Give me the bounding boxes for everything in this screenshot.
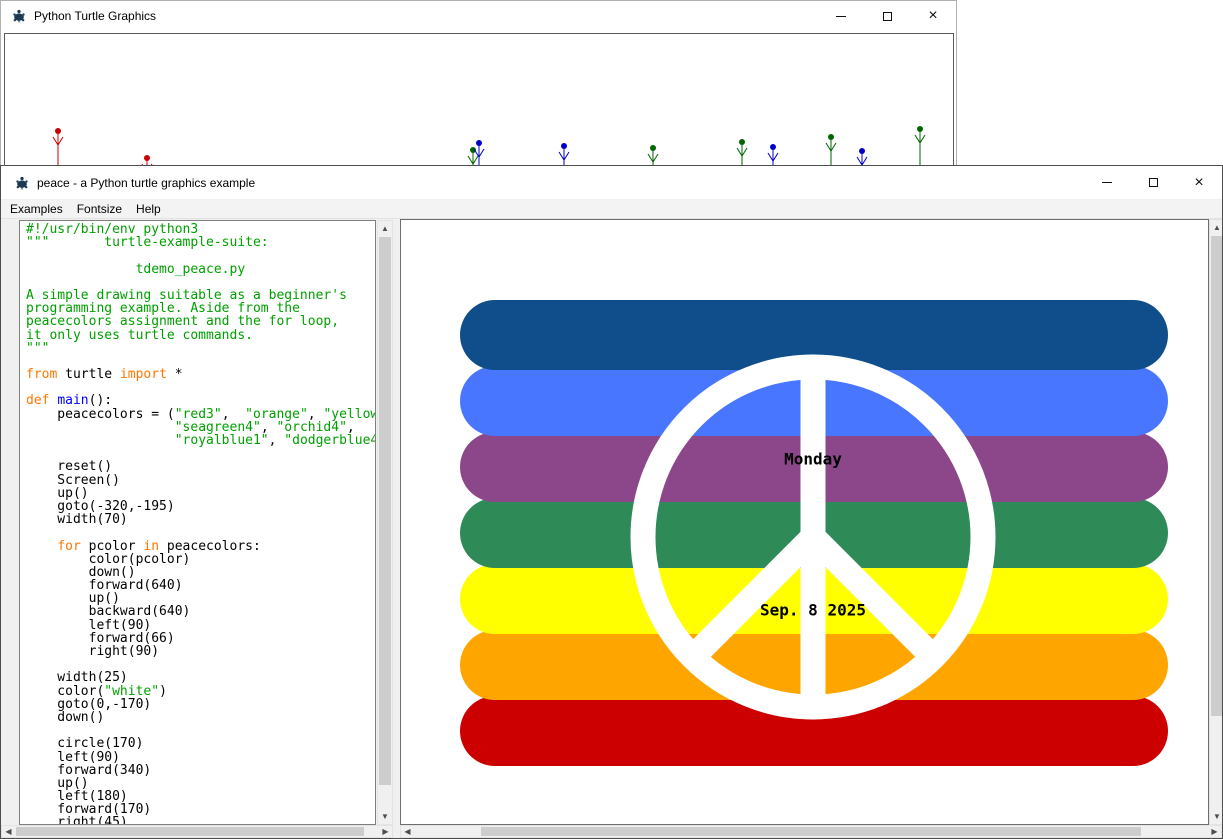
bg-minimize-button[interactable]: [818, 1, 864, 31]
close-icon: ×: [928, 8, 937, 24]
code-line: """: [26, 342, 375, 355]
fg-window-title: peace - a Python turtle graphics example: [37, 176, 255, 190]
menu-item-fontsize[interactable]: Fontsize: [70, 201, 129, 217]
scroll-left-icon[interactable]: ◀: [2, 826, 15, 837]
stripes: [401, 220, 1208, 824]
code-line: """ turtle-example-suite:: [26, 236, 375, 249]
scroll-up-icon[interactable]: ▲: [1210, 220, 1222, 235]
code-line: down(): [26, 711, 375, 724]
code-line: right(45): [26, 816, 375, 825]
window-content: #!/usr/bin/env python3""" turtle-example…: [1, 219, 1222, 838]
stripe-dodgerblue4: [460, 300, 1168, 370]
day-label: Monday: [784, 450, 842, 469]
minimize-icon: [836, 16, 846, 17]
scroll-left-icon[interactable]: ◀: [401, 826, 414, 837]
scroll-down-icon[interactable]: ▼: [378, 809, 392, 824]
code-line: right(90): [26, 645, 375, 658]
fg-close-button[interactable]: ×: [1176, 166, 1222, 199]
code-vscroll-thumb[interactable]: [379, 237, 391, 785]
menu-item-help[interactable]: Help: [129, 201, 168, 217]
code-line: from turtle import *: [26, 368, 375, 381]
fg-window-controls: ×: [1084, 166, 1222, 199]
scroll-up-icon[interactable]: ▲: [378, 221, 392, 236]
bg-maximize-button[interactable]: [864, 1, 910, 31]
stripe-seagreen4: [460, 498, 1168, 568]
date-label: Sep. 8 2025: [760, 601, 866, 620]
turtle-icon: [14, 175, 30, 191]
fg-maximize-button[interactable]: [1130, 166, 1176, 199]
code-text[interactable]: #!/usr/bin/env python3""" turtle-example…: [19, 220, 376, 825]
scroll-right-icon[interactable]: ▶: [379, 826, 392, 837]
canvas-vscroll-thumb[interactable]: [1211, 236, 1222, 716]
stripe-red3: [460, 696, 1168, 766]
turtle-icon: [11, 8, 27, 24]
turtle-canvas: Monday Sep. 8 2025: [400, 219, 1209, 825]
maximize-icon: [883, 12, 892, 21]
canvas-vertical-scrollbar[interactable]: ▲ ▼: [1209, 219, 1222, 825]
maximize-icon: [1149, 178, 1158, 187]
stripe-yellow: [460, 564, 1168, 634]
code-hscroll-thumb[interactable]: [16, 827, 364, 836]
code-line: tdemo_peace.py: [26, 263, 375, 276]
scroll-down-icon[interactable]: ▼: [1210, 809, 1222, 824]
fg-minimize-button[interactable]: [1084, 166, 1130, 199]
close-icon: ×: [1194, 175, 1203, 191]
bg-titlebar: Python Turtle Graphics ×: [1, 1, 956, 31]
code-vertical-scrollbar[interactable]: ▲ ▼: [377, 220, 393, 825]
stripe-orange: [460, 630, 1168, 700]
code-line: width(70): [26, 513, 375, 526]
peace-window: peace - a Python turtle graphics example…: [0, 165, 1223, 839]
fg-titlebar: peace - a Python turtle graphics example…: [1, 166, 1222, 200]
code-horizontal-scrollbar[interactable]: ◀ ▶: [1, 825, 393, 838]
bg-window-title: Python Turtle Graphics: [34, 9, 156, 23]
canvas-hscroll-thumb[interactable]: [481, 827, 1141, 836]
menu-bar: ExamplesFontsizeHelp: [1, 200, 1222, 219]
code-line: "royalblue1", "dodgerblue4"): [26, 434, 375, 447]
minimize-icon: [1102, 182, 1112, 183]
bg-close-button[interactable]: ×: [910, 1, 956, 31]
code-line: it only uses turtle commands.: [26, 329, 375, 342]
bg-window-controls: ×: [818, 1, 956, 31]
menu-item-examples[interactable]: Examples: [3, 201, 70, 217]
canvas-horizontal-scrollbar[interactable]: ◀ ▶: [400, 825, 1222, 838]
scroll-right-icon[interactable]: ▶: [1208, 826, 1221, 837]
stripe-royalblue1: [460, 366, 1168, 436]
